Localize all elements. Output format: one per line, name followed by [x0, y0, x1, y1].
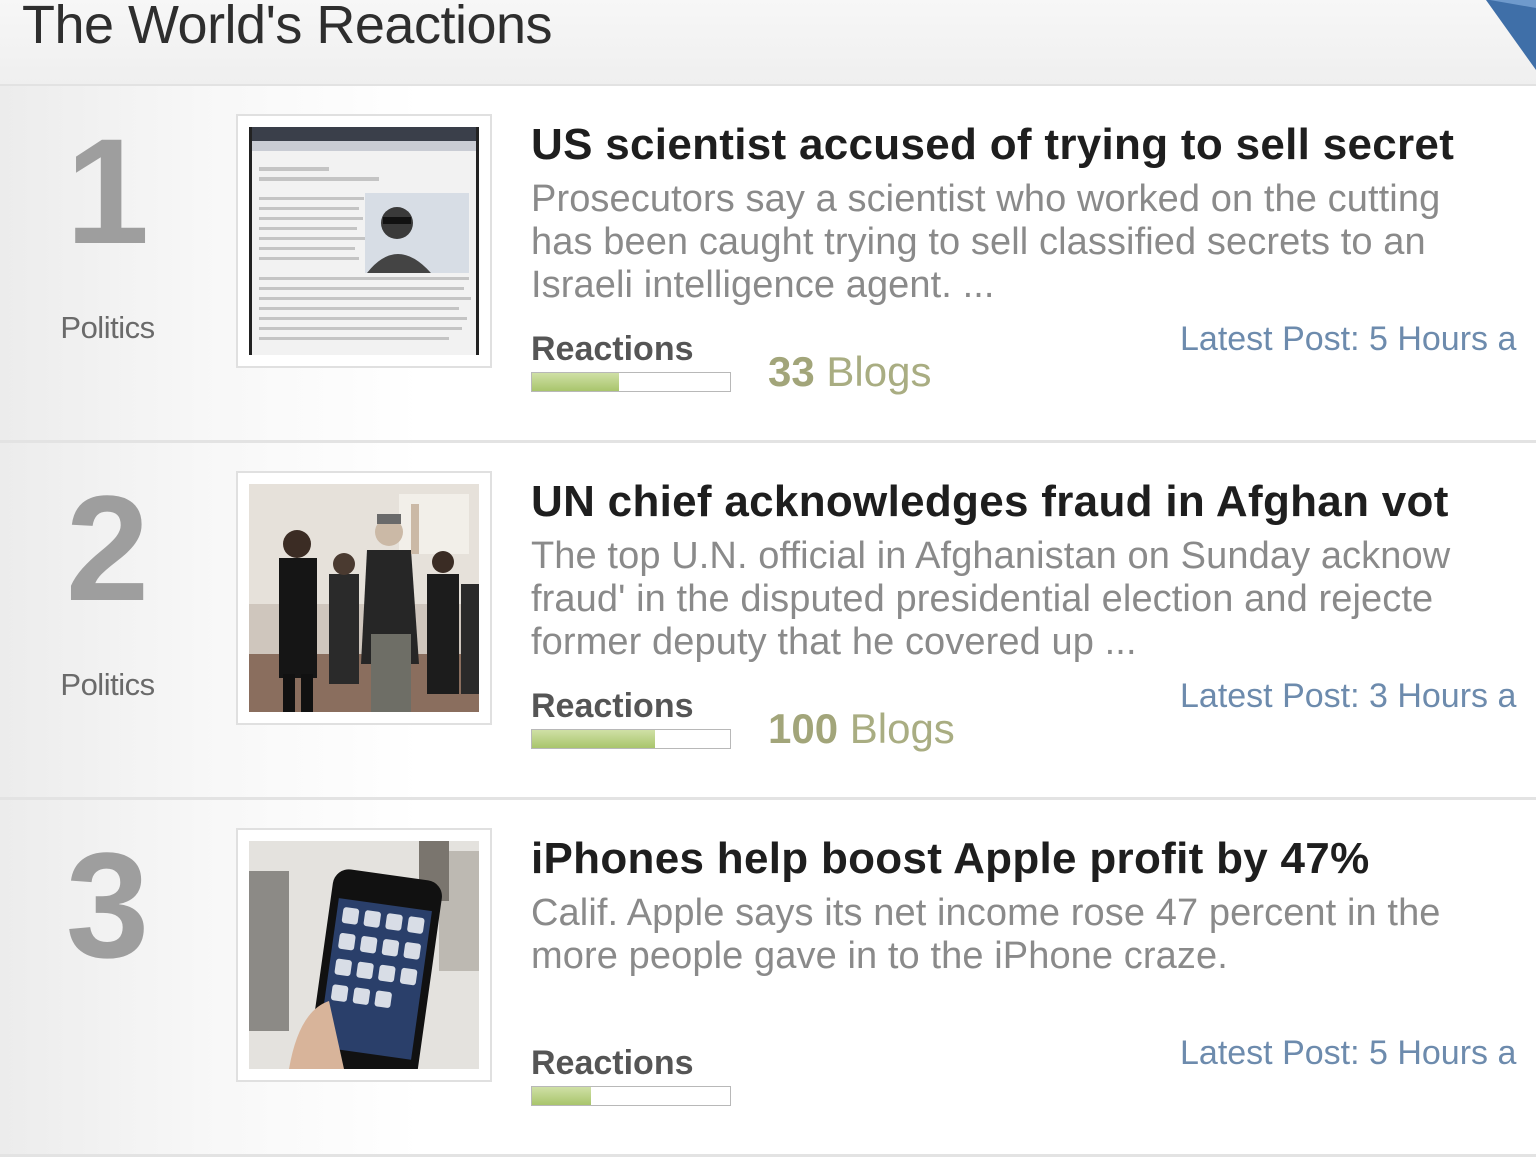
story-thumbnail[interactable] [236, 828, 492, 1082]
blogs-count-link[interactable]: 100 Blogs [768, 705, 955, 753]
story-category[interactable]: Politics [0, 310, 215, 346]
story-item[interactable]: 1 Politics US scientist accused of tryin… [0, 86, 1536, 443]
reaction-meter [531, 372, 731, 392]
blogs-count: 100 [768, 705, 839, 752]
story-thumbnail[interactable] [236, 471, 492, 725]
blogs-count-link[interactable]: 33 Blogs [768, 348, 931, 396]
story-thumbnail[interactable] [236, 114, 492, 368]
reaction-meter [531, 1086, 731, 1106]
story-summary: The top U.N. official in Afghanistan on … [531, 535, 1451, 663]
iphone-photo-icon [249, 841, 479, 1069]
blogs-word: Blogs [814, 348, 932, 395]
story-category[interactable]: Politics [0, 667, 215, 703]
latest-post-link[interactable]: Latest Post: 5 Hours a [1180, 320, 1516, 359]
officials-walking-photo-icon [249, 484, 479, 712]
story-title-link[interactable]: iPhones help boost Apple profit by 47% [531, 834, 1370, 884]
reactions-label: Reactions [531, 1044, 694, 1082]
reactions-label: Reactions [531, 687, 694, 725]
reaction-meter [531, 729, 731, 749]
reactions-label: Reactions [531, 330, 694, 368]
page-title: The World's Reactions [22, 0, 553, 55]
latest-post-link[interactable]: Latest Post: 5 Hours a [1180, 1034, 1516, 1073]
reaction-meter-fill [532, 373, 620, 391]
reaction-meter-fill [532, 1087, 592, 1105]
corner-ribbon-icon [1486, 0, 1536, 70]
story-rank: 2 [65, 464, 150, 632]
story-summary: Calif. Apple says its net income rose 47… [531, 892, 1441, 977]
blogs-count: 33 [768, 348, 815, 395]
story-item[interactable]: 3 iPhones help boost Apple profit by 47%… [0, 800, 1536, 1157]
section-header: The World's Reactions [0, 0, 1536, 86]
story-title-link[interactable]: US scientist accused of trying to sell s… [531, 120, 1454, 170]
story-summary: Prosecutors say a scientist who worked o… [531, 178, 1441, 306]
news-article-thumbnail-icon [249, 127, 479, 355]
story-rank: 3 [65, 821, 150, 989]
blogs-word: Blogs [838, 705, 955, 752]
reaction-meter-fill [532, 730, 655, 748]
story-title-link[interactable]: UN chief acknowledges fraud in Afghan vo… [531, 477, 1449, 527]
latest-post-link[interactable]: Latest Post: 3 Hours a [1180, 677, 1516, 716]
story-rank: 1 [65, 107, 150, 275]
story-item[interactable]: 2 Politics UN chief acknowledges fraud i… [0, 443, 1536, 800]
